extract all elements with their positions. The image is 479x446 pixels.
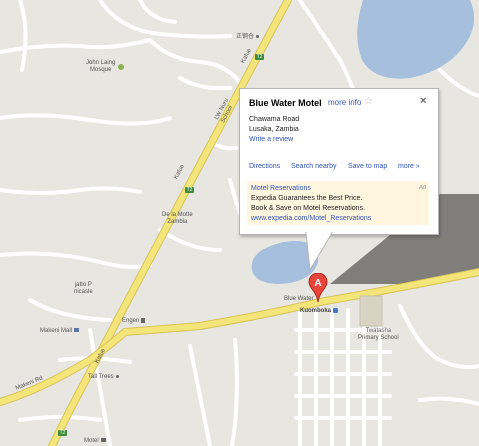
place-label-de-la-motte: De la Motte Zambia bbox=[162, 212, 193, 225]
info-window-title: Blue Water Motel bbox=[249, 98, 322, 108]
poi-dot-icon bbox=[256, 34, 260, 38]
place-label-twatasha: Twatasha Primary School bbox=[358, 328, 399, 341]
ad-line-1: Expedia Guarantees the Best Price. bbox=[251, 195, 363, 202]
ad-title-link[interactable]: Motel Reservations bbox=[251, 185, 311, 192]
shopping-icon bbox=[74, 328, 80, 333]
fuel-icon bbox=[141, 318, 146, 323]
info-window: Blue Water Motel more info ☆ × Chawama R… bbox=[239, 88, 439, 235]
hotel-icon bbox=[100, 438, 106, 443]
ad-tag: Ad bbox=[419, 185, 427, 191]
save-to-map-link[interactable]: Save to map bbox=[348, 163, 387, 170]
mosque-icon bbox=[118, 64, 124, 70]
ad-line-2: Book & Save on Motel Reservations. bbox=[251, 205, 366, 212]
place-label-motel-bottom: Motel bbox=[84, 438, 106, 445]
address-line-2: Lusaka, Zambia bbox=[249, 126, 299, 133]
poi-dot-icon bbox=[115, 374, 119, 378]
route-shield-top: T2 bbox=[255, 54, 264, 60]
bus-stop-icon bbox=[333, 308, 339, 313]
more-info-link[interactable]: more info bbox=[328, 98, 361, 107]
write-review-link[interactable]: Write a review bbox=[249, 136, 293, 143]
place-label-kuomboka: Kuomboka bbox=[300, 308, 339, 315]
place-label-john-laing-mosque: John Laing Mosque bbox=[86, 60, 116, 73]
map-canvas[interactable]: Kafue Kafue Kafue Makeni Rd T2 T2 T2 正钢仓… bbox=[0, 0, 479, 446]
place-label-makeni-mall: Makeni Mall bbox=[40, 328, 80, 335]
marker-letter: A bbox=[314, 278, 321, 289]
star-icon[interactable]: ☆ bbox=[364, 96, 373, 107]
address-line-1: Chawama Road bbox=[249, 116, 300, 123]
place-label-jatto-p: jatto P nicasle bbox=[74, 282, 93, 295]
more-actions-link[interactable]: more » bbox=[398, 163, 420, 170]
place-label-tall-trees: Tall Trees bbox=[88, 374, 119, 381]
ad-url-link[interactable]: www.expedia.com/Motel_Reservations bbox=[251, 215, 371, 222]
directions-link[interactable]: Directions bbox=[249, 163, 280, 170]
route-shield-middle: T2 bbox=[185, 187, 194, 193]
info-window-tail bbox=[305, 232, 333, 272]
school-block bbox=[359, 295, 383, 327]
ad-box: Motel Reservations Ad Expedia Guarantees… bbox=[247, 181, 429, 225]
place-label-engen: Engen bbox=[122, 318, 146, 325]
close-icon[interactable]: × bbox=[420, 95, 426, 107]
map-marker-icon[interactable]: A bbox=[308, 273, 328, 303]
route-shield-bottom: T2 bbox=[58, 430, 67, 436]
search-nearby-link[interactable]: Search nearby bbox=[291, 163, 337, 170]
place-label-chinese: 正钢仓 bbox=[236, 34, 260, 41]
